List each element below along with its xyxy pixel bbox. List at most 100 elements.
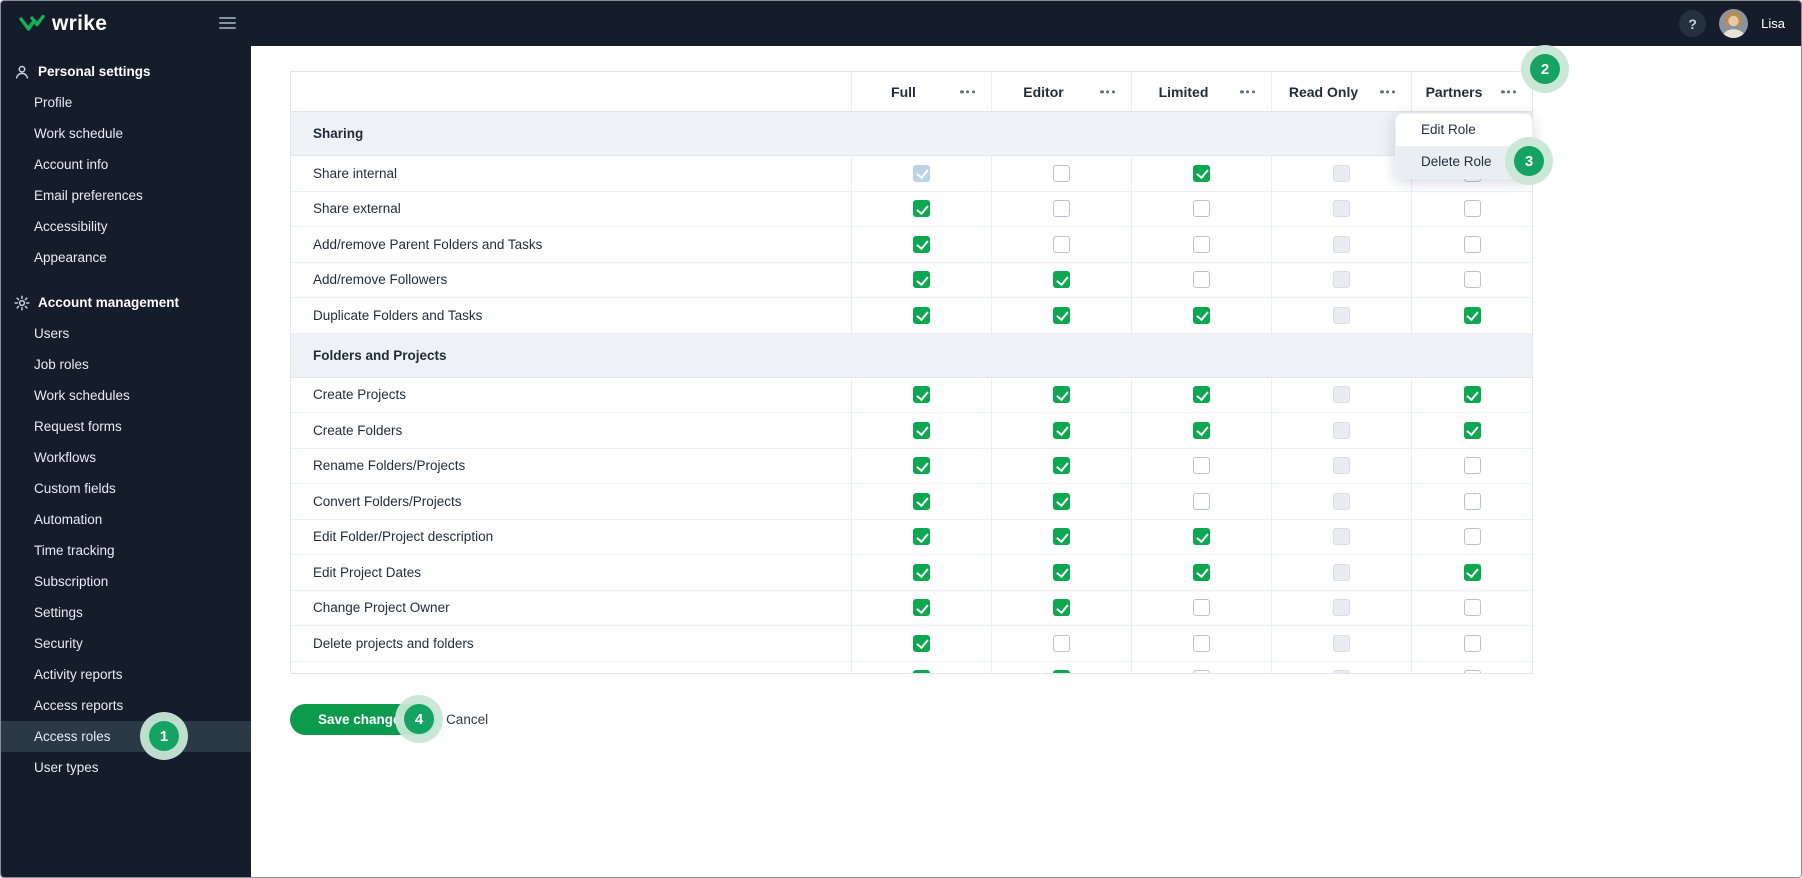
ellipsis-icon-full[interactable] (958, 86, 977, 97)
sidebar-item-user-types[interactable]: User types (1, 752, 251, 783)
checkbox-editor[interactable] (1053, 271, 1070, 289)
sidebar-item-automation[interactable]: Automation (1, 504, 251, 535)
checkbox-limited[interactable] (1193, 457, 1210, 475)
checkbox-full[interactable] (913, 492, 930, 510)
sidebar-item-users[interactable]: Users (1, 318, 251, 349)
checkbox-limited[interactable] (1193, 492, 1210, 510)
checkbox-partners[interactable] (1463, 200, 1481, 218)
checkbox-limited[interactable] (1193, 306, 1210, 324)
checkbox-partners[interactable] (1463, 386, 1481, 404)
menu-item-edit-role[interactable]: Edit Role (1396, 114, 1532, 146)
sidebar-item-accessibility[interactable]: Accessibility (1, 211, 251, 242)
checkbox-full[interactable] (913, 306, 930, 324)
sidebar-item-work-schedule[interactable]: Work schedule (1, 118, 251, 149)
checkbox-partners[interactable] (1463, 235, 1481, 253)
checkbox-full[interactable] (913, 528, 930, 546)
checkbox-full[interactable] (913, 421, 930, 439)
checkbox-editor[interactable] (1053, 421, 1070, 439)
ellipsis-icon-read-only[interactable] (1378, 86, 1397, 97)
checkbox-limited[interactable] (1193, 235, 1210, 253)
cancel-button[interactable]: Cancel (438, 706, 496, 733)
checkbox-cell-editor (991, 227, 1131, 262)
checkbox-limited[interactable] (1193, 200, 1210, 218)
checkbox-editor[interactable] (1053, 563, 1070, 581)
checkbox-partners[interactable] (1463, 457, 1481, 475)
checkbox-cell-read-only (1271, 590, 1411, 625)
user-avatar[interactable] (1719, 9, 1749, 38)
checkbox-limited[interactable] (1193, 164, 1210, 182)
checkbox-editor[interactable] (1053, 670, 1070, 673)
checkbox-cell-full (851, 555, 991, 590)
checkbox-editor[interactable] (1053, 200, 1070, 218)
sidebar-item-account-info[interactable]: Account info (1, 149, 251, 180)
step-badge-4: 4 (404, 704, 434, 734)
help-icon[interactable]: ? (1679, 10, 1707, 37)
checkbox-full[interactable] (913, 235, 930, 253)
checkbox-partners[interactable] (1463, 492, 1481, 510)
sidebar-item-profile[interactable]: Profile (1, 87, 251, 118)
checkbox-full[interactable] (913, 386, 930, 404)
ellipsis-icon-editor[interactable] (1098, 86, 1117, 97)
checkbox-limited[interactable] (1193, 599, 1210, 617)
checkbox-editor[interactable] (1053, 386, 1070, 404)
sidebar-item-work-schedules[interactable]: Work schedules (1, 380, 251, 411)
ellipsis-icon-partners[interactable] (1499, 86, 1518, 97)
sidebar-item-activity-reports[interactable]: Activity reports (1, 659, 251, 690)
checkbox-full[interactable] (913, 599, 930, 617)
checkbox-cell-read-only (1271, 626, 1411, 661)
permission-row: Duplicate Folders and Tasks (291, 298, 1532, 334)
checkbox-limited[interactable] (1193, 634, 1210, 652)
hamburger-menu-icon[interactable] (219, 17, 236, 29)
checkbox-partners[interactable] (1463, 421, 1481, 439)
checkbox-limited[interactable] (1193, 386, 1210, 404)
sidebar-item-label: Access roles (34, 729, 111, 744)
sidebar-item-security[interactable]: Security (1, 628, 251, 659)
sidebar-item-email-preferences[interactable]: Email preferences (1, 180, 251, 211)
checkbox-partners[interactable] (1463, 271, 1481, 289)
checkbox-editor[interactable] (1053, 457, 1070, 475)
sidebar-item-time-tracking[interactable]: Time tracking (1, 535, 251, 566)
checkbox-editor[interactable] (1053, 306, 1070, 324)
sidebar-item-label: Work schedules (34, 388, 130, 403)
table-header-row: Full Editor Limited Read Only Partners (291, 72, 1532, 112)
checkbox-editor[interactable] (1053, 235, 1070, 253)
checkbox-editor[interactable] (1053, 599, 1070, 617)
checkbox-cell-partners (1411, 377, 1532, 412)
checkbox-partners[interactable] (1463, 670, 1481, 673)
sidebar-item-job-roles[interactable]: Job roles (1, 349, 251, 380)
permission-row (291, 661, 1532, 673)
checkbox-cell-read-only (1271, 377, 1411, 412)
checkbox-cell-limited (1131, 413, 1271, 448)
checkbox-partners[interactable] (1463, 599, 1481, 617)
sidebar-item-workflows[interactable]: Workflows (1, 442, 251, 473)
checkbox-limited[interactable] (1193, 528, 1210, 546)
sidebar-item-access-reports[interactable]: Access reports (1, 690, 251, 721)
sidebar-item-custom-fields[interactable]: Custom fields (1, 473, 251, 504)
ellipsis-icon-limited[interactable] (1238, 86, 1257, 97)
checkbox-full[interactable] (913, 634, 930, 652)
checkbox-partners[interactable] (1463, 563, 1481, 581)
checkbox-full[interactable] (913, 200, 930, 218)
checkbox-full[interactable] (913, 271, 930, 289)
sidebar-item-settings[interactable]: Settings (1, 597, 251, 628)
checkbox-editor[interactable] (1053, 164, 1070, 182)
sidebar-item-request-forms[interactable]: Request forms (1, 411, 251, 442)
checkbox-limited[interactable] (1193, 271, 1210, 289)
checkbox-partners[interactable] (1463, 528, 1481, 546)
checkbox-editor[interactable] (1053, 634, 1070, 652)
checkbox-editor[interactable] (1053, 528, 1070, 546)
sidebar-item-appearance[interactable]: Appearance (1, 242, 251, 273)
checkbox-limited[interactable] (1193, 670, 1210, 673)
sidebar-item-subscription[interactable]: Subscription (1, 566, 251, 597)
checkbox-partners[interactable] (1463, 634, 1481, 652)
checkbox-full[interactable] (913, 563, 930, 581)
checkbox-partners[interactable] (1463, 306, 1481, 324)
menu-item-delete-role[interactable]: Delete Role (1396, 146, 1532, 178)
wrike-logo[interactable]: wrike (1, 12, 107, 36)
sidebar-item-access-roles[interactable]: Access roles (1, 721, 251, 752)
checkbox-full[interactable] (913, 670, 930, 673)
checkbox-editor[interactable] (1053, 492, 1070, 510)
checkbox-limited[interactable] (1193, 421, 1210, 439)
checkbox-full[interactable] (913, 457, 930, 475)
checkbox-limited[interactable] (1193, 563, 1210, 581)
